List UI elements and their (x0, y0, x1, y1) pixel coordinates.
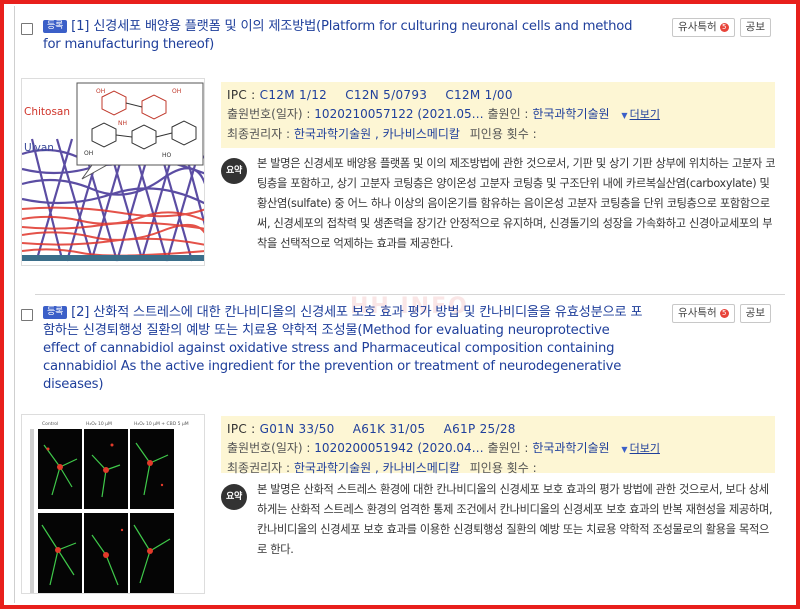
select-checkbox[interactable] (21, 309, 33, 321)
figure-label-ho: HO (162, 152, 172, 159)
figure-label-nh: NH (118, 120, 127, 127)
bibliographic-info-box: IPC : C12M 1/12 C12N 5/0793 C12M 1/00 출원… (221, 82, 775, 148)
status-badge: 등록 (43, 306, 68, 319)
patent-thumbnail[interactable]: OH OH NH OH HO Chitosan Ulvan (21, 78, 205, 266)
similar-patent-button[interactable]: 유사특허 5 (672, 18, 735, 37)
more-link[interactable]: ▼ 더보기 (621, 108, 660, 121)
panel-label-control: Control (42, 421, 58, 427)
panel-label-h2o2: H₂O₂ 10 μM (86, 421, 112, 427)
gazette-label: 공보 (745, 21, 765, 33)
application-number-value: 1020200051942 (2020.04… (314, 441, 484, 455)
ipc-row: IPC : C12M 1/12 C12N 5/0793 C12M 1/00 (227, 86, 769, 105)
application-number-value: 1020210057122 (2021.05… (314, 107, 484, 121)
similar-patent-label: 유사특허 (678, 21, 717, 33)
ipc-label: IPC : (227, 422, 256, 436)
abstract-block: 요약 본 발명은 신경세포 배양용 플랫폼 및 이의 제조방법에 관한 것으로서… (221, 154, 777, 254)
ipc-code-link[interactable]: C12M 1/00 (445, 88, 512, 102)
gazette-button[interactable]: 공보 (739, 18, 771, 37)
figure-label-oh: OH (96, 88, 105, 95)
ipc-code-link[interactable]: C12M 1/12 (260, 88, 327, 102)
final-holder-value[interactable]: 한국과학기술원 , 카나비스메디칼 (294, 461, 460, 475)
ipc-code-link[interactable]: A61K 31/05 (353, 422, 426, 436)
figure-label-ulvan: Ulvan (24, 142, 54, 154)
final-holder-value[interactable]: 한국과학기술원 , 카나비스메디칼 (294, 127, 460, 141)
figure-label-chitosan: Chitosan (24, 106, 70, 118)
ipc-code-link[interactable]: A61P 25/28 (444, 422, 516, 436)
result-title-text[interactable]: [1] 신경세포 배양용 플랫폼 및 이의 제조방법(Platform for … (43, 19, 633, 52)
abstract-block: 요약 본 발명은 산화적 스트레스 환경에 대한 칸나비디올의 신경세포 보호 … (221, 480, 777, 560)
patent-thumbnail[interactable]: Control H₂O₂ 10 μM H₂O₂ 10 μM + CBD 5 μM (21, 414, 205, 594)
summary-badge: 요약 (221, 484, 247, 510)
more-label: 더보기 (629, 108, 660, 121)
applicant-label: 출원인 : (487, 107, 529, 121)
neuron-platform-figure: OH OH NH OH HO Chitosan Ulvan (22, 79, 204, 265)
similar-patent-button[interactable]: 유사특허 5 (672, 304, 735, 323)
similar-count-icon: 5 (719, 23, 729, 32)
bibliographic-info-box: IPC : G01N 33/50 A61K 31/05 A61P 25/28 출… (221, 416, 775, 475)
applicant-label: 출원인 : (487, 441, 529, 455)
more-label: 더보기 (629, 442, 660, 455)
gazette-label: 공보 (745, 307, 765, 319)
result-item-2: 등록 [2] 산화적 스트레스에 대한 칸나비디올의 신경세포 보호 효과 평가 … (21, 304, 785, 598)
application-number-label: 출원번호(일자) : (227, 441, 311, 455)
summary-badge: 요약 (221, 158, 247, 184)
ipc-label: IPC : (227, 88, 256, 102)
cited-count-label: 피인용 횟수 : (469, 127, 537, 141)
similar-patent-label: 유사특허 (678, 307, 717, 319)
holder-row: 최종권리자 : 한국과학기술원 , 카나비스메디칼 피인용 횟수 : (227, 459, 769, 478)
figure-label-oh: OH (172, 88, 181, 95)
result-title-text[interactable]: [2] 산화적 스트레스에 대한 칸나비디올의 신경세포 보호 효과 평가 방법… (43, 305, 643, 392)
applicant-link[interactable]: 한국과학기술원 (532, 441, 609, 455)
ipc-row: IPC : G01N 33/50 A61K 31/05 A61P 25/28 (227, 420, 769, 439)
result-item-1: 등록 [1] 신경세포 배양용 플랫폼 및 이의 제조방법(Platform fo… (21, 18, 785, 280)
application-row: 출원번호(일자) : 1020200051942 (2020.04… 출원인 :… (227, 439, 769, 459)
application-number-label: 출원번호(일자) : (227, 107, 311, 121)
final-holder-label: 최종권리자 : (227, 127, 291, 141)
more-link[interactable]: ▼ 더보기 (621, 442, 660, 455)
similar-count-icon: 5 (719, 309, 729, 318)
abstract-text: 본 발명은 산화적 스트레스 환경에 대한 칸나비디올의 신경세포 보호 효과의… (257, 483, 773, 556)
final-holder-label: 최종권리자 : (227, 461, 291, 475)
result-title-link[interactable]: 등록 [1] 신경세포 배양용 플랫폼 및 이의 제조방법(Platform fo… (43, 18, 643, 54)
cited-count-label: 피인용 횟수 : (469, 461, 537, 475)
figure-label-oh: OH (84, 150, 93, 157)
application-row: 출원번호(일자) : 1020210057122 (2021.05… 출원인 :… (227, 105, 769, 125)
ipc-code-link[interactable]: G01N 33/50 (260, 422, 335, 436)
panel-label-h2o2-cbd: H₂O₂ 10 μM + CBD 5 μM (134, 421, 189, 427)
holder-row: 최종권리자 : 한국과학기술원 , 카나비스메디칼 피인용 횟수 : (227, 125, 769, 144)
select-checkbox[interactable] (21, 23, 33, 35)
neuron-micrograph-figure: Control H₂O₂ 10 μM H₂O₂ 10 μM + CBD 5 μM (22, 415, 204, 593)
abstract-text: 본 발명은 신경세포 배양용 플랫폼 및 이의 제조방법에 관한 것으로서, 기… (257, 157, 776, 250)
results-panel: 등록 [1] 신경세포 배양용 플랫폼 및 이의 제조방법(Platform fo… (14, 6, 788, 603)
status-badge: 등록 (43, 20, 68, 33)
caret-down-icon: ▼ (621, 111, 628, 120)
ipc-code-link[interactable]: C12N 5/0793 (345, 88, 427, 102)
caret-down-icon: ▼ (621, 445, 628, 454)
gazette-button[interactable]: 공보 (739, 304, 771, 323)
result-title-link[interactable]: 등록 [2] 산화적 스트레스에 대한 칸나비디올의 신경세포 보호 효과 평가 … (43, 304, 643, 394)
applicant-link[interactable]: 한국과학기술원 (532, 107, 609, 121)
